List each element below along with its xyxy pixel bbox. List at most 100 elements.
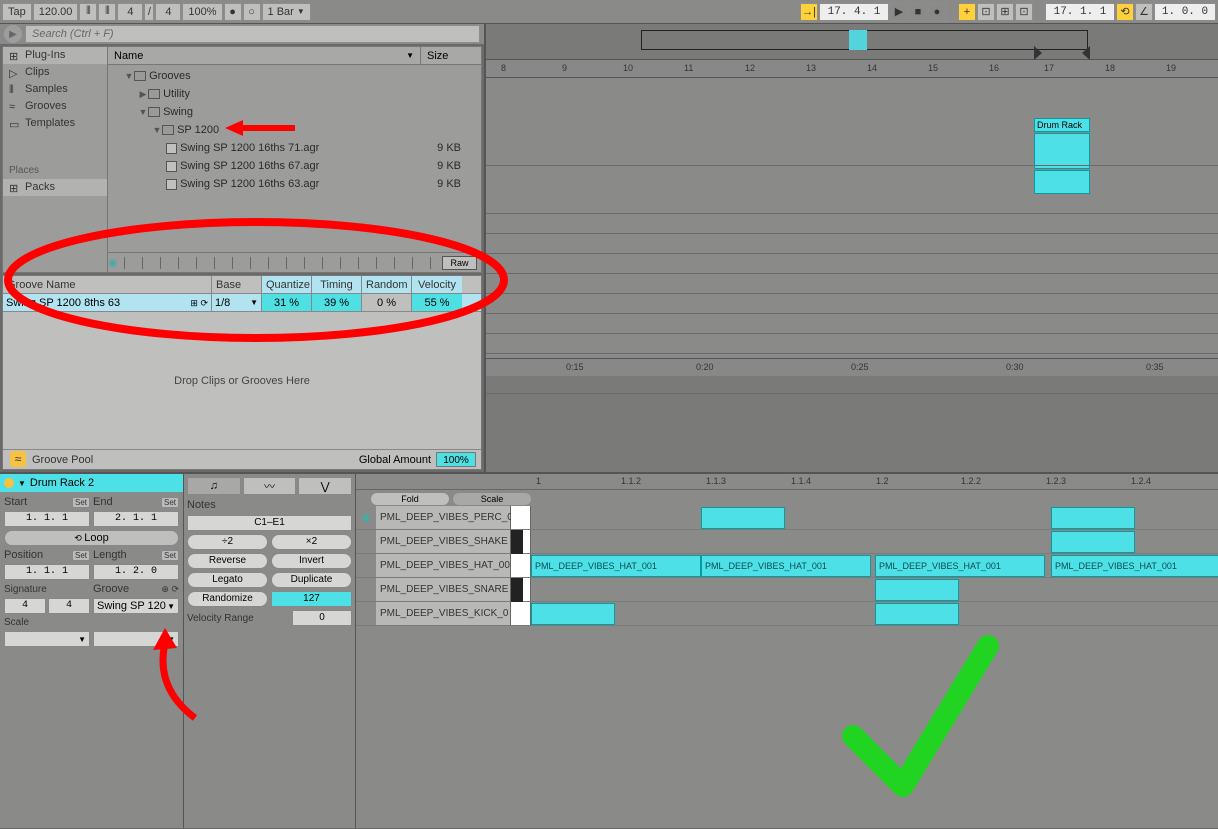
time-ruler[interactable]: 0:15 0:20 0:25 0:30 0:35 [486,358,1218,376]
note[interactable] [531,603,615,625]
col-size[interactable]: Size [421,47,481,64]
gp-col-name[interactable]: Groove Name [3,276,212,293]
arrangement-overview[interactable] [486,24,1218,60]
place-packs[interactable]: ⊞Packs [3,179,107,196]
sig-denominator[interactable]: 4 [155,3,181,21]
follow-toggle[interactable]: →| [800,3,818,21]
key-kick[interactable] [511,602,531,625]
session-record[interactable]: ⊞ [996,3,1014,21]
set-end[interactable]: Set [161,497,179,508]
btn-invert[interactable]: Invert [271,553,352,569]
play-button[interactable]: ▶ [890,3,908,21]
clip-position[interactable]: 1. 1. 1 [4,564,90,580]
preview-play[interactable]: ▶ [4,25,22,43]
clip-start[interactable]: 1. 1. 1 [4,511,90,527]
randomize-value[interactable]: 127 [271,591,352,607]
cat-grooves[interactable]: ≈Grooves [3,98,107,115]
note[interactable] [1051,531,1135,553]
note[interactable] [875,579,959,601]
groove-base[interactable]: 1/8▼ [212,294,262,311]
note[interactable] [701,507,785,529]
note[interactable] [875,603,959,625]
automation-arm[interactable]: ⊡ [977,3,995,21]
stop-button[interactable]: ■ [909,3,927,21]
tree-swing[interactable]: ▼ Swing [108,103,481,121]
clip-sig-den[interactable]: 4 [48,598,90,614]
loop-start[interactable]: 17. 1. 1 [1045,3,1115,21]
note-hat[interactable]: PML_DEEP_VIBES_HAT_001 [701,555,871,577]
midi-ruler[interactable]: 1 1.1.2 1.1.3 1.1.4 1.2 1.2.2 1.2.3 1.2.… [356,474,1218,490]
note-row-play[interactable]: ◉ [361,511,371,524]
note[interactable] [1051,507,1135,529]
groove-velocity[interactable]: 55 % [412,294,462,311]
groove-drop-zone[interactable]: Drop Clips or Grooves Here [3,312,481,449]
tree-utility[interactable]: ▶ Utility [108,85,481,103]
clip-activator[interactable] [4,478,14,488]
midi-note-editor[interactable]: 1 1.1.2 1.1.3 1.1.4 1.2 1.2.2 1.2.3 1.2.… [356,474,1218,828]
cat-templates[interactable]: ▭Templates [3,115,107,132]
cat-plugins[interactable]: ⊞Plug-Ins [3,47,107,64]
tree-file-1[interactable]: Swing SP 1200 16ths 67.agr9 KB [108,157,481,175]
gp-col-timing[interactable]: Timing [312,276,362,293]
key-snare[interactable] [511,578,531,601]
row-shaker[interactable]: PML_DEEP_VIBES_SHAKE [376,530,511,553]
row-kick[interactable]: PML_DEEP_VIBES_KICK_0 [376,602,511,625]
tempo-field[interactable]: 120.00 [33,3,79,21]
key-shaker[interactable] [511,530,531,553]
note-hat[interactable]: PML_DEEP_VIBES_HAT_001 [1051,555,1218,577]
tree-grooves[interactable]: ▼ Grooves [108,67,481,85]
clip-loop-toggle[interactable]: ⟲ Loop [4,530,179,546]
row-perc[interactable]: PML_DEEP_VIBES_PERC_0 [376,506,511,529]
cat-clips[interactable]: ▷Clips [3,64,107,81]
tap-button[interactable]: Tap [2,3,32,21]
clip-title-bar[interactable]: ▼ Drum Rack 2 [0,474,183,492]
cat-samples[interactable]: ⦀Samples [3,81,107,98]
arrangement-tracks[interactable]: Drum Rack [486,78,1218,358]
clip-end[interactable]: 2. 1. 1 [93,511,179,527]
tab-notes[interactable]: ♫ [187,477,241,495]
record-button[interactable]: ● [928,3,946,21]
tab-envelope[interactable]: 〰 [243,477,297,495]
tree-sp1200[interactable]: ▼ SP 1200 [108,121,481,139]
capture-midi[interactable]: ⊡ [1015,3,1033,21]
tree-file-2[interactable]: Swing SP 1200 16ths 63.agr9 KB [108,175,481,193]
groove-random[interactable]: 0 % [362,294,412,311]
nudge-down[interactable]: ⦀ [79,3,97,21]
gp-col-quantize[interactable]: Quantize [262,276,312,293]
clip-groove-selector[interactable]: Swing SP 120▼ [93,598,179,614]
velocity-range[interactable]: 0 [292,610,352,626]
tab-other[interactable]: ⋁ [298,477,352,495]
bar-ruler[interactable]: 8 9 10 11 12 13 14 15 16 17 18 19 [486,60,1218,78]
note-hat[interactable]: PML_DEEP_VIBES_HAT_001 [875,555,1045,577]
tree-file-0[interactable]: Swing SP 1200 16ths 71.agr9 KB [108,139,481,157]
btn-half[interactable]: ÷2 [187,534,268,550]
overdub-toggle[interactable]: + [958,3,976,21]
row-snare[interactable]: PML_DEEP_VIBES_SNARE [376,578,511,601]
col-name[interactable]: Name▼ [108,47,421,64]
clip-length[interactable]: 1. 2. 0 [93,564,179,580]
metronome-opts[interactable]: ○ [243,3,261,21]
punch-in[interactable]: ∠ [1135,3,1153,21]
arrangement-view[interactable]: 8 9 10 11 12 13 14 15 16 17 18 19 Drum R… [484,24,1218,472]
quantize-menu[interactable]: 1 Bar ▼ [262,3,311,21]
gp-col-base[interactable]: Base [212,276,262,293]
raw-toggle[interactable]: Raw [442,256,477,270]
set-len[interactable]: Set [161,550,179,561]
scale-toggle[interactable]: Scale [452,492,532,506]
clip-sig-num[interactable]: 4 [4,598,46,614]
groove-pool-toggle[interactable]: ≈ [8,449,28,469]
key-perc[interactable] [511,506,531,529]
arrangement-position[interactable]: 17. 4. 1 [819,3,889,21]
nudge-up[interactable]: ⦀ [98,3,116,21]
gp-col-velocity[interactable]: Velocity [412,276,462,293]
btn-reverse[interactable]: Reverse [187,553,268,569]
preview-play-small[interactable]: ◉ [108,256,118,269]
groove-row[interactable]: Swing SP 1200 8ths 63⊞ ⟳ 1/8▼ 31 % 39 % … [3,294,481,312]
global-amount[interactable]: 100% [436,452,476,467]
btn-double[interactable]: ×2 [271,534,352,550]
loop-brace[interactable] [1034,46,1090,60]
note-hat[interactable]: PML_DEEP_VIBES_HAT_001 [531,555,701,577]
gp-col-random[interactable]: Random [362,276,412,293]
fold-toggle[interactable]: Fold [370,492,450,506]
row-hat[interactable]: PML_DEEP_VIBES_HAT_00 [376,554,511,577]
